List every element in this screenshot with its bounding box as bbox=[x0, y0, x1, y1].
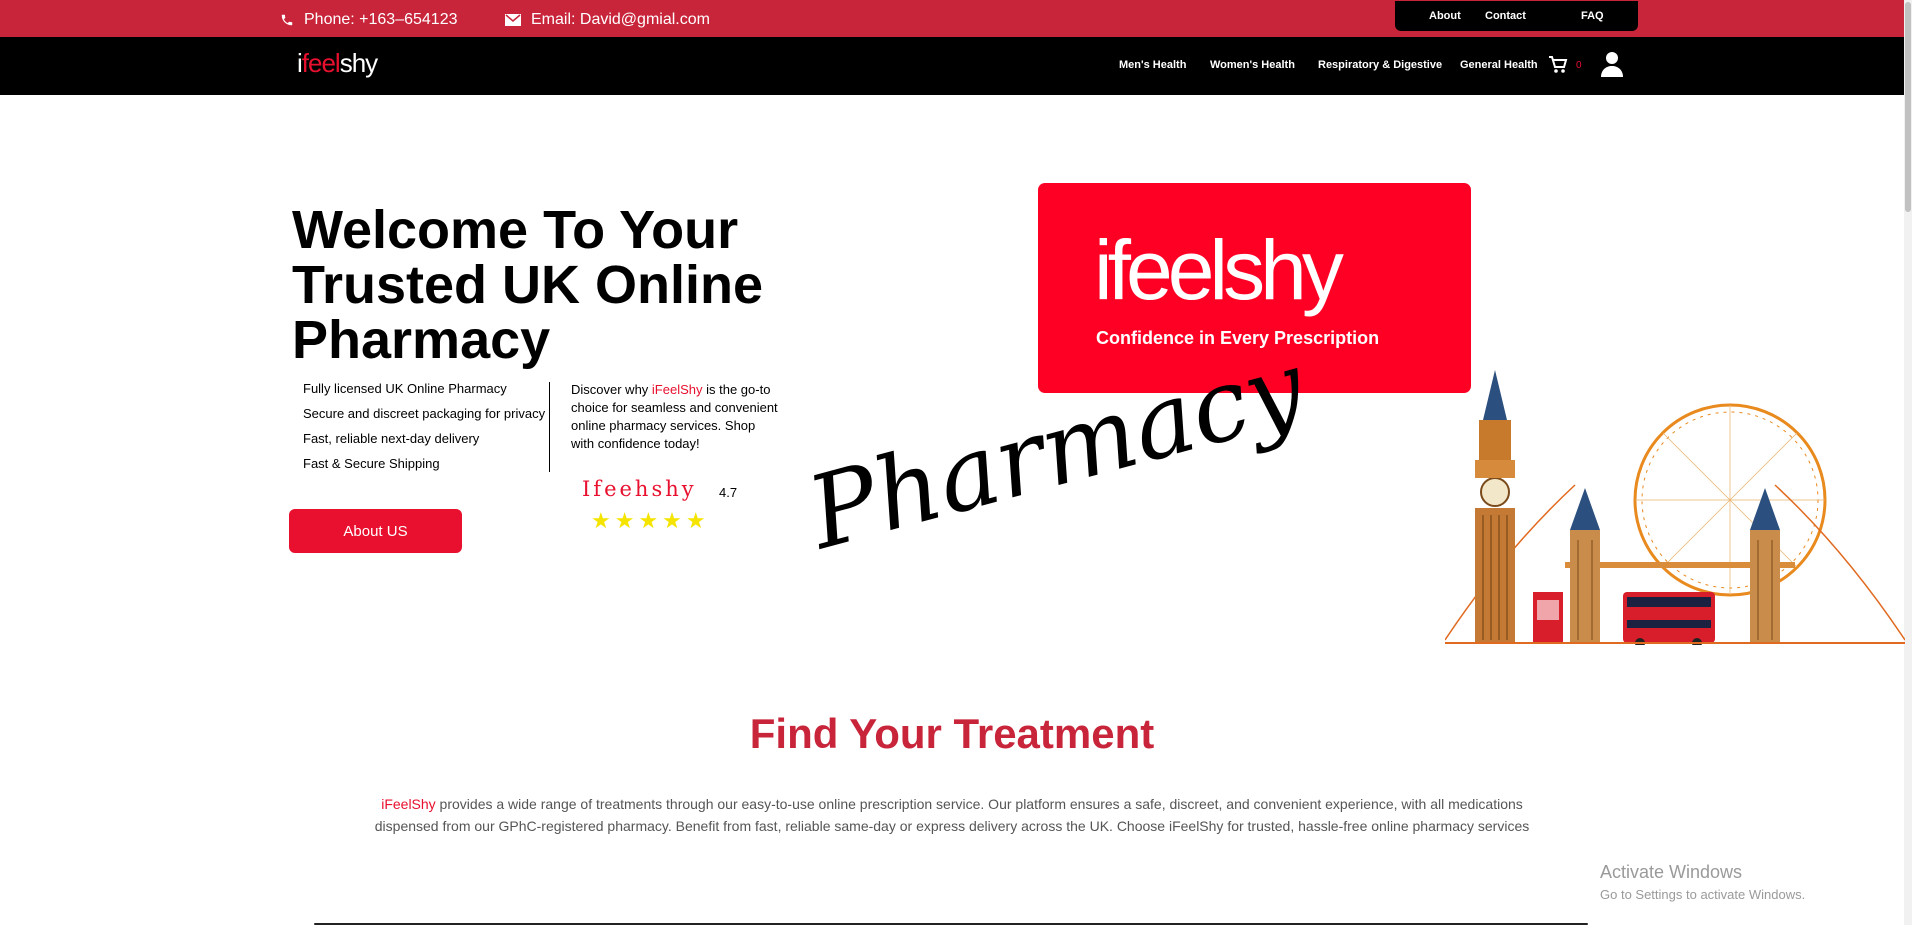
nav-general-health[interactable]: General Health bbox=[1460, 59, 1538, 71]
activate-windows-subtitle: Go to Settings to activate Windows. bbox=[1600, 887, 1806, 902]
top-link-faq[interactable]: FAQ bbox=[1581, 10, 1604, 22]
activate-windows-title: Activate Windows bbox=[1600, 862, 1743, 882]
about-us-button[interactable]: About US bbox=[289, 509, 462, 553]
feature-list: Fully licensed UK Online Pharmacy Secure… bbox=[303, 381, 545, 481]
brand-banner-name: ifeelshy bbox=[1094, 223, 1344, 317]
scrollbar-thumb[interactable] bbox=[1905, 2, 1911, 212]
phone-contact[interactable]: Phone: +163–654123 bbox=[280, 11, 457, 29]
cart-count: 0 bbox=[1576, 60, 1582, 71]
mail-icon bbox=[505, 14, 521, 26]
feature-item: Secure and discreet packaging for privac… bbox=[303, 406, 546, 421]
feature-item: Fully licensed UK Online Pharmacy bbox=[303, 381, 507, 396]
hero-title: Welcome To Your Trusted UK Online Pharma… bbox=[292, 200, 764, 370]
treatment-brand: iFeelShy bbox=[381, 796, 436, 812]
top-links: About Contact FAQ bbox=[1395, 1, 1638, 31]
top-link-about[interactable]: About bbox=[1429, 10, 1461, 22]
nav-womens-health[interactable]: Women's Health bbox=[1210, 59, 1295, 71]
big-ben bbox=[1475, 370, 1515, 643]
nav-mens-health[interactable]: Men's Health bbox=[1119, 59, 1186, 71]
phone-text: Phone: +163–654123 bbox=[304, 11, 458, 28]
treatment-title: Find Your Treatment bbox=[749, 710, 1155, 757]
logo-part-feel: feel bbox=[301, 48, 341, 78]
feature-divider bbox=[549, 382, 550, 472]
email-text: Email: David@gmial.com bbox=[531, 11, 710, 28]
treatment-description: iFeelShy provides a wide range of treatm… bbox=[374, 794, 1530, 837]
london-landmarks-illustration bbox=[1445, 370, 1905, 645]
cart-icon[interactable] bbox=[1548, 56, 1568, 79]
nav-respiratory-digestive[interactable]: Respiratory & Digestive bbox=[1318, 59, 1442, 71]
rating-value: 4.7 bbox=[719, 485, 738, 500]
red-bus bbox=[1623, 592, 1715, 645]
rating-brand: Ifeehshy bbox=[582, 477, 697, 501]
email-contact[interactable]: Email: David@gmial.com bbox=[505, 11, 710, 29]
logo-part-shy: shy bbox=[339, 48, 378, 78]
feature-item: Fast & Secure Shipping bbox=[303, 456, 440, 471]
rating-stars: ★★★★★ bbox=[591, 508, 710, 533]
treatment-text: provides a wide range of treatments thro… bbox=[374, 796, 1530, 834]
site-logo[interactable]: ifeelshy bbox=[297, 48, 378, 79]
top-contact-bar: Phone: +163–654123 Email: David@gmial.co… bbox=[0, 0, 1904, 37]
phone-icon bbox=[280, 13, 294, 27]
feature-item: Fast, reliable next-day delivery bbox=[303, 431, 480, 446]
main-navbar: ifeelshy Men's Health Women's Health Res… bbox=[0, 37, 1904, 95]
discover-brand: iFeelShy bbox=[651, 382, 703, 397]
windows-activation-watermark: Activate Windows Go to Settings to activ… bbox=[1600, 862, 1805, 902]
user-icon[interactable] bbox=[1600, 51, 1624, 82]
top-link-contact[interactable]: Contact bbox=[1485, 10, 1526, 22]
discover-text: Discover why iFeelShy is the go-to choic… bbox=[571, 381, 781, 453]
discover-pre: Discover why bbox=[571, 382, 652, 397]
